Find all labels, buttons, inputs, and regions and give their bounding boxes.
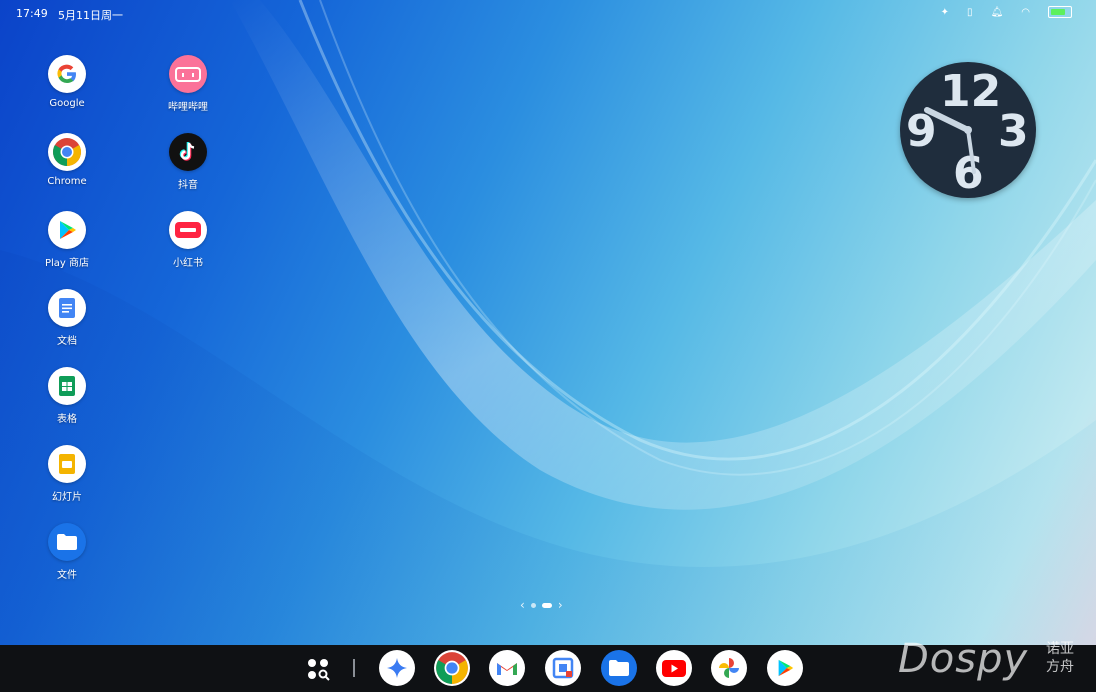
photos-icon[interactable] (711, 650, 747, 686)
app-label: 表格 (57, 414, 77, 425)
home-screen: 17:49 5月11日周一 ✦ ▯ 🔔︎ ◠ Google Chrome Pla… (0, 0, 1096, 692)
chrome-icon (48, 133, 86, 171)
app-sheets[interactable]: 表格 (27, 367, 107, 425)
gmail-icon[interactable] (489, 650, 525, 686)
clock-hands (924, 107, 976, 174)
chrome-icon[interactable] (434, 650, 470, 686)
app-slides[interactable]: 幻灯片 (27, 445, 107, 503)
status-time: 17:49 (16, 7, 48, 20)
app-files[interactable]: 文件 (27, 523, 107, 581)
files-icon (48, 523, 86, 561)
watermark-brand: Dospy (898, 636, 1029, 682)
app-xiaohongshu[interactable]: 小红书 (148, 211, 228, 269)
youtube-icon[interactable] (656, 650, 692, 686)
notification-icon: 🔔︎ (990, 6, 1004, 18)
slides-icon (48, 445, 86, 483)
app-tiktok[interactable]: 抖音 (148, 133, 228, 191)
page-dot[interactable] (530, 602, 536, 608)
app-label: Play 商店 (44, 258, 90, 269)
app-docs[interactable]: 文档 (27, 289, 107, 347)
bilibili-icon (169, 55, 207, 93)
page-next-button[interactable]: › (558, 598, 563, 612)
page-dot-active[interactable] (541, 602, 552, 608)
docs-icon (48, 289, 86, 327)
xiaohongshu-icon (169, 211, 207, 249)
play-store-icon (48, 211, 86, 249)
tiktok-icon (169, 133, 207, 171)
status-date: 5月11日周一 (58, 9, 123, 22)
app-label: 文档 (57, 336, 77, 347)
page-prev-button[interactable]: ‹ (520, 598, 525, 612)
sparkle-icon: ✦ (940, 6, 950, 18)
taskbar-separator (353, 659, 355, 677)
app-label: Google (49, 98, 85, 109)
app-label: 抖音 (178, 180, 198, 191)
vibrate-icon: ▯ (967, 6, 973, 18)
app-label: 小红书 (173, 258, 203, 269)
app-chrome[interactable]: Chrome (27, 133, 107, 187)
app-label: 幻灯片 (52, 492, 82, 503)
app-google[interactable]: Google (27, 55, 107, 109)
status-bar: 17:49 5月11日周一 ✦ ▯ 🔔︎ ◠ (0, 0, 1096, 30)
clock-widget[interactable]: 12 3 6 9 (900, 62, 1036, 199)
play-store-icon[interactable] (767, 650, 803, 686)
wifi-icon: ◠ (1021, 6, 1030, 18)
status-icons: ✦ ▯ 🔔︎ ◠ (941, 6, 1072, 18)
app-label: 文件 (57, 570, 77, 581)
page-indicator: ‹ › (520, 598, 563, 612)
app-bilibili[interactable]: 哔哩哔哩 (148, 55, 228, 113)
files-icon[interactable] (601, 650, 637, 686)
calendar-icon[interactable] (545, 650, 581, 686)
launcher-icon[interactable] (305, 656, 331, 682)
sheets-icon (48, 367, 86, 405)
gemini-icon[interactable] (379, 650, 415, 686)
watermark-sub: 诺亚 方舟 (1046, 641, 1074, 675)
battery-icon (1048, 6, 1072, 18)
app-label: 哔哩哔哩 (168, 102, 208, 113)
app-play-store[interactable]: Play 商店 (27, 211, 107, 269)
google-icon (48, 55, 86, 93)
app-label: Chrome (47, 176, 87, 187)
